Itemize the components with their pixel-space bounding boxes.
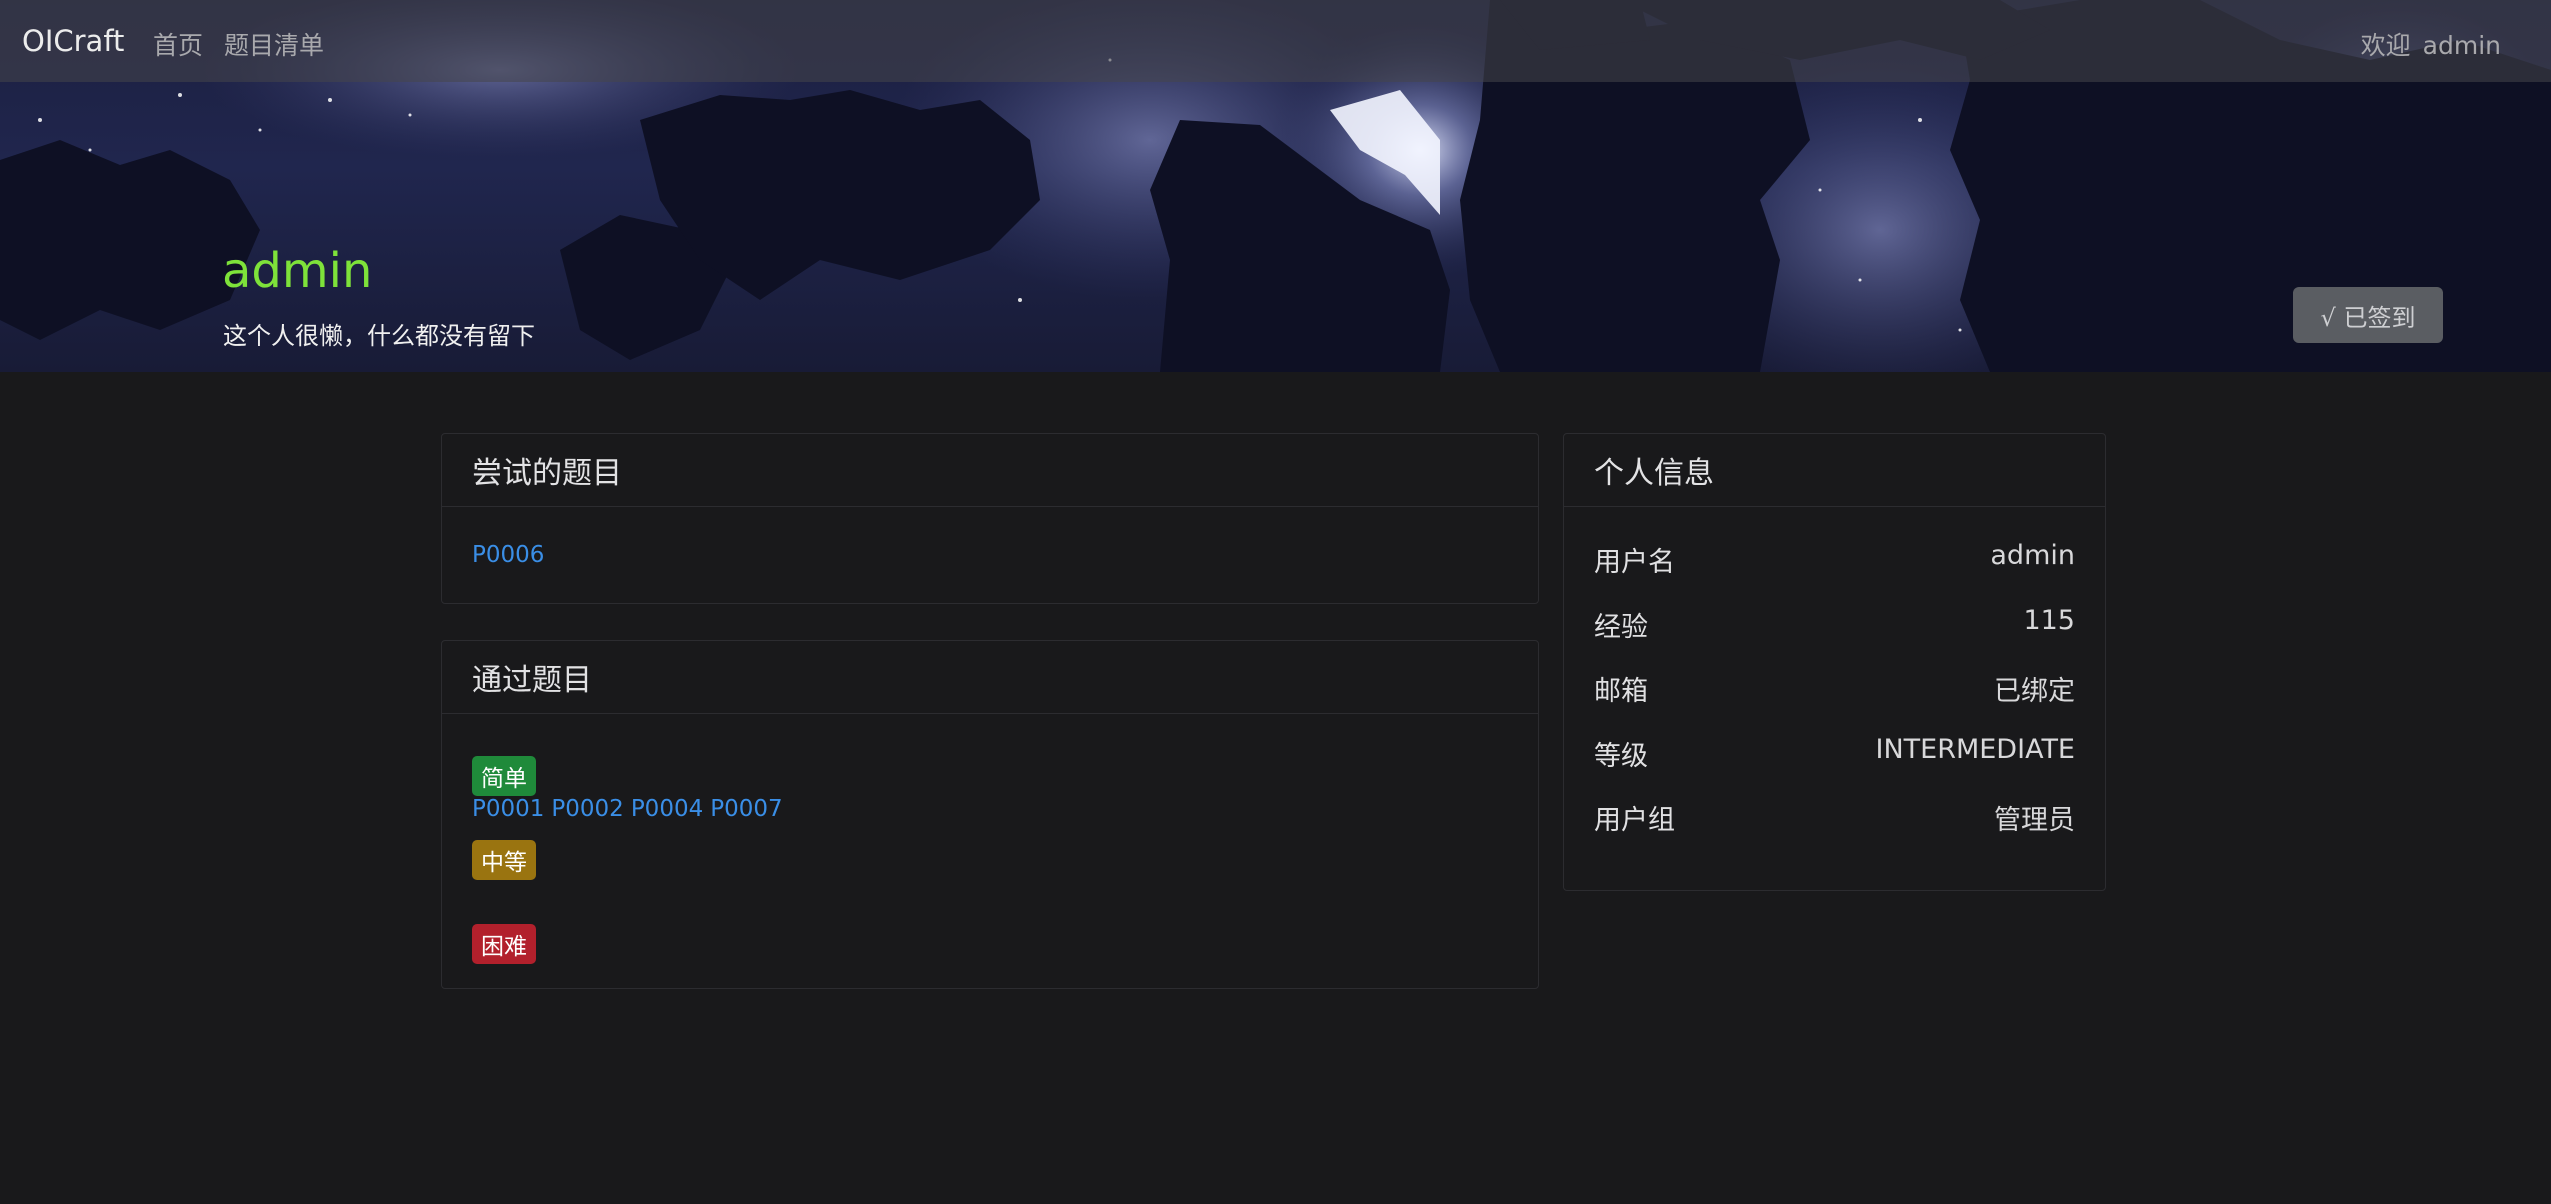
info-value: 管理员	[1994, 805, 2075, 836]
info-row-level: 等级 INTERMEDIATE	[1594, 734, 2075, 773]
info-value: admin	[1990, 540, 2075, 571]
info-label: 经验	[1594, 612, 1648, 643]
info-label: 用户名	[1594, 547, 1675, 578]
nav-username: admin	[2422, 31, 2501, 60]
signed-in-button[interactable]: √ 已签到	[2293, 287, 2443, 343]
info-row-username: 用户名 admin	[1594, 540, 2075, 579]
info-value: 已绑定	[1994, 676, 2075, 707]
info-label: 等级	[1594, 741, 1648, 772]
nav-user-menu[interactable]: 欢迎 admin	[2361, 26, 2501, 62]
info-row-email: 邮箱 已绑定	[1594, 669, 2075, 708]
brand-logo-link[interactable]: OICraft	[22, 24, 124, 58]
info-value: 115	[2023, 605, 2075, 636]
nav-link-home[interactable]: 首页	[153, 26, 203, 62]
info-label: 用户组	[1594, 805, 1675, 836]
difficulty-tag-medium: 中等	[472, 840, 536, 880]
welcome-label: 欢迎	[2360, 31, 2411, 60]
passed-problems-card: 通过题目 简单 P0001 P0002 P0004 P0007 中等 困难	[441, 640, 1539, 989]
card-title: 尝试的题目	[442, 434, 1538, 507]
top-navbar: OICraft 首页 题目清单 欢迎 admin	[0, 0, 2551, 82]
info-value: INTERMEDIATE	[1875, 734, 2075, 765]
info-label: 邮箱	[1594, 676, 1648, 707]
problem-link-attempted[interactable]: P0006	[472, 542, 544, 568]
profile-username: admin	[222, 243, 373, 299]
nav-link-problem-list[interactable]: 题目清单	[224, 26, 324, 62]
info-row-user-group: 用户组 管理员	[1594, 798, 2075, 837]
problem-link-passed[interactable]: P0001	[472, 796, 544, 822]
attempted-problems-card: 尝试的题目 P0006	[441, 433, 1539, 604]
personal-info-card: 个人信息 用户名 admin 经验 115 邮箱 已绑定 等级 INTERMED…	[1563, 433, 2106, 891]
profile-bio: 这个人很懒，什么都没有留下	[223, 322, 535, 350]
difficulty-tag-hard: 困难	[472, 924, 536, 964]
problem-link-passed[interactable]: P0007	[710, 796, 782, 822]
problem-link-passed[interactable]: P0002	[551, 796, 623, 822]
difficulty-tag-easy: 简单	[472, 756, 536, 796]
info-row-experience: 经验 115	[1594, 605, 2075, 644]
card-title: 通过题目	[442, 641, 1538, 714]
card-title: 个人信息	[1564, 434, 2105, 507]
problem-link-passed[interactable]: P0004	[631, 796, 703, 822]
